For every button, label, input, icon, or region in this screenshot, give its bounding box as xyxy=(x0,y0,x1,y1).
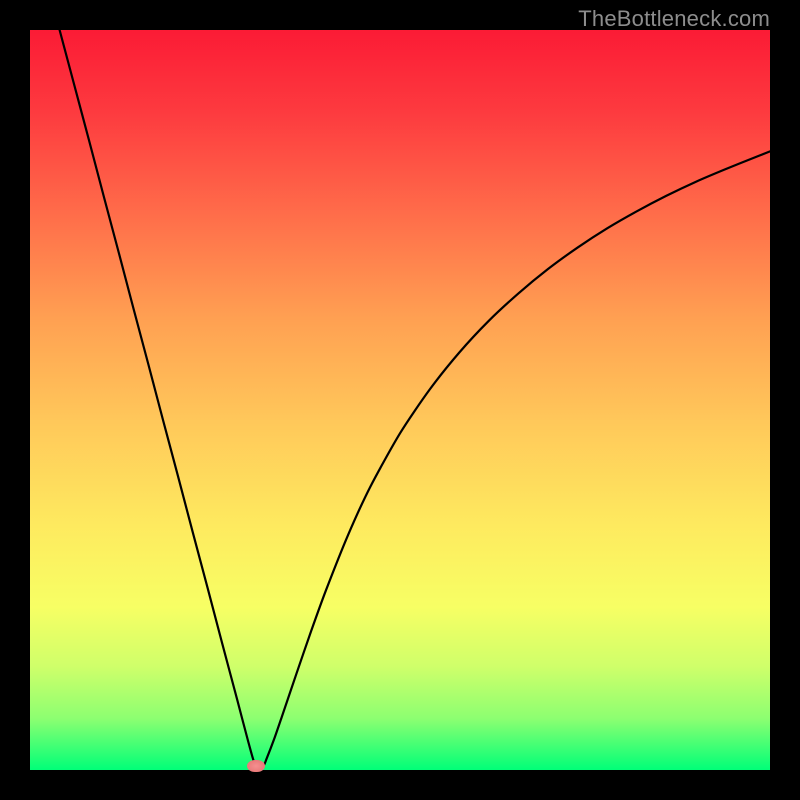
curve-layer xyxy=(30,30,770,770)
attribution-text: TheBottleneck.com xyxy=(578,6,770,32)
optimal-point-marker xyxy=(247,760,265,772)
bottleneck-curve xyxy=(60,30,770,768)
chart-frame: TheBottleneck.com xyxy=(0,0,800,800)
